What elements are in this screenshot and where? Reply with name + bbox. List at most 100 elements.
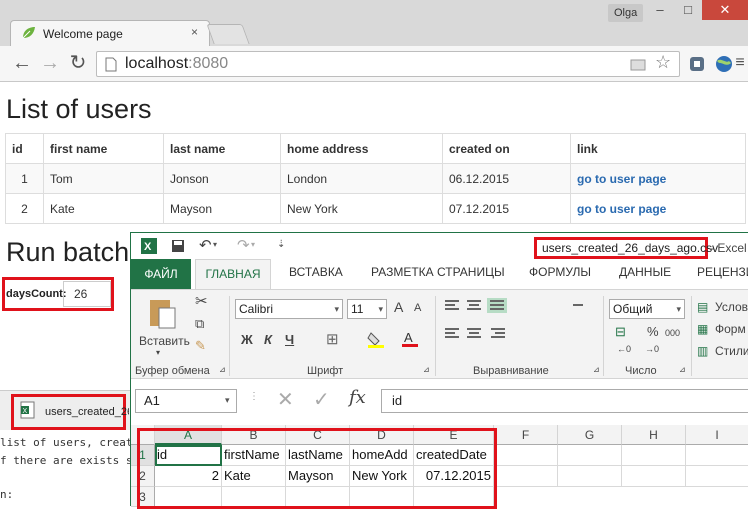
cut-icon[interactable]: ✂: [195, 292, 208, 310]
font-size-select[interactable]: 11 ▾: [347, 299, 387, 319]
formula-input[interactable]: id: [381, 389, 748, 413]
tab-data[interactable]: ДАННЫЕ: [619, 265, 671, 279]
dialog-launcher-icon[interactable]: ⊿: [423, 365, 430, 374]
cell-styles-icon[interactable]: ▥: [697, 344, 708, 358]
column-header[interactable]: H: [622, 425, 686, 445]
percent-button[interactable]: %: [647, 324, 659, 339]
menu-icon[interactable]: ≡: [728, 52, 748, 76]
underline-button[interactable]: Ч: [285, 332, 294, 347]
user-page-link[interactable]: go to user page: [577, 172, 666, 186]
reload-icon[interactable]: ↻: [66, 52, 90, 76]
cell-h2[interactable]: [622, 466, 686, 487]
increase-decimal-icon[interactable]: ←0: [617, 344, 631, 354]
group-label-font: Шрифт: [307, 365, 344, 377]
days-count-input[interactable]: 26: [63, 281, 111, 307]
font-name-select[interactable]: Calibri ▾: [235, 299, 343, 319]
cell-i2[interactable]: [686, 466, 748, 487]
insert-function-icon[interactable]: fx: [349, 387, 366, 408]
alignment-icons[interactable]: [443, 298, 583, 354]
cell-id: 1: [5, 163, 44, 194]
extension-icon[interactable]: [688, 55, 706, 73]
console-line: f there are exists s: [0, 454, 133, 467]
format-as-table-button[interactable]: Форм: [715, 322, 746, 336]
cell-link: go to user page: [570, 193, 746, 224]
chevron-down-icon: ▾: [676, 304, 681, 314]
thousands-button[interactable]: 000: [665, 328, 680, 338]
dialog-launcher-icon[interactable]: ⊿: [219, 365, 226, 374]
conditional-format-button[interactable]: Услов: [715, 300, 748, 314]
qat-customize-icon[interactable]: ⇣: [277, 239, 285, 250]
format-table-icon[interactable]: ▦: [697, 322, 708, 336]
dialog-launcher-icon[interactable]: ⊿: [593, 365, 600, 374]
undo-icon[interactable]: ↶: [199, 236, 212, 254]
column-header[interactable]: I: [686, 425, 748, 445]
browser-tab[interactable]: Welcome page ×: [10, 20, 210, 46]
forward-arrow-icon[interactable]: →: [38, 52, 62, 76]
maximize-button[interactable]: □: [674, 0, 702, 20]
tab-file[interactable]: ФАЙЛ: [131, 259, 191, 289]
paste-button[interactable]: Вставить: [139, 334, 190, 348]
paste-icon[interactable]: [147, 296, 177, 330]
users-table: id first name last name home address cre…: [5, 133, 746, 224]
tab-insert[interactable]: ВСТАВКА: [289, 265, 343, 279]
name-box[interactable]: A1: [135, 389, 237, 413]
confirm-icon[interactable]: ✓: [313, 387, 330, 412]
cell-created-on: 06.12.2015: [442, 163, 571, 194]
format-painter-icon[interactable]: ✎: [195, 338, 206, 354]
font-color-icon[interactable]: A: [401, 330, 419, 348]
undo-dropdown-icon[interactable]: ▾: [213, 240, 217, 249]
cell-address: New York: [280, 193, 443, 224]
cell-h1[interactable]: [622, 445, 686, 466]
cell-g1[interactable]: [558, 445, 622, 466]
star-icon[interactable]: ☆: [655, 52, 671, 73]
copy-icon[interactable]: ⧉: [195, 316, 204, 332]
column-header[interactable]: G: [558, 425, 622, 445]
currency-icon[interactable]: ⊟: [615, 324, 626, 340]
url-port: :8080: [188, 55, 229, 72]
back-arrow-icon[interactable]: ←: [10, 52, 34, 76]
decrease-decimal-icon[interactable]: →0: [645, 344, 659, 354]
number-format-select[interactable]: Общий ▾: [609, 299, 685, 319]
tab-home[interactable]: ГЛАВНАЯ: [195, 259, 271, 289]
tab-page-layout[interactable]: РАЗМЕТКА СТРАНИЦЫ: [371, 265, 505, 279]
redo-dropdown-icon[interactable]: ▾: [251, 240, 255, 249]
table-header-row: id first name last name home address cre…: [5, 133, 746, 164]
new-tab-button[interactable]: [206, 24, 250, 44]
grip-icon: ⋮: [249, 391, 259, 402]
tab-title: Welcome page: [43, 27, 123, 41]
cell-f2[interactable]: [494, 466, 558, 487]
fill-color-icon[interactable]: [367, 330, 385, 348]
cancel-icon[interactable]: ✕: [277, 387, 294, 412]
italic-button[interactable]: К: [264, 332, 272, 347]
minimize-button[interactable]: –: [646, 0, 674, 20]
cell-styles-button[interactable]: Стили: [715, 344, 748, 358]
profile-badge[interactable]: Olga: [608, 4, 644, 22]
close-window-button[interactable]: ✕: [702, 0, 748, 20]
font-grow-icon[interactable]: A: [394, 299, 403, 315]
redo-icon[interactable]: ↷: [237, 236, 250, 254]
address-bar[interactable]: localhost:8080 ☆: [96, 51, 680, 77]
console-output: list of users, create f there are exists…: [0, 430, 139, 506]
font-shrink-icon[interactable]: A: [414, 302, 421, 314]
page-icon: [105, 57, 117, 72]
bold-button[interactable]: Ж: [241, 332, 253, 347]
paste-dropdown-icon[interactable]: ▾: [156, 348, 160, 357]
column-header[interactable]: F: [494, 425, 558, 445]
tab-review[interactable]: РЕЦЕНЗИ: [697, 265, 748, 279]
name-box-dropdown-icon[interactable]: ▾: [225, 395, 230, 406]
cell-g2[interactable]: [558, 466, 622, 487]
spreadsheet-grid: A B C D E F G H I 1 2 3 id firstName las…: [131, 425, 748, 509]
download-item[interactable]: users_created_26_days_ago.csv: [45, 406, 129, 418]
tab-close-icon[interactable]: ×: [191, 25, 198, 39]
borders-icon[interactable]: ⊞: [326, 330, 339, 348]
translate-icon[interactable]: [629, 56, 649, 72]
conditional-format-icon[interactable]: ▤: [697, 300, 708, 314]
tab-formulas[interactable]: ФОРМУЛЫ: [529, 265, 591, 279]
cell-f1[interactable]: [494, 445, 558, 466]
dialog-launcher-icon[interactable]: ⊿: [679, 365, 686, 374]
cell-i1[interactable]: [686, 445, 748, 466]
user-page-link[interactable]: go to user page: [577, 202, 666, 216]
save-icon[interactable]: [171, 239, 185, 253]
font-size-value: 11: [351, 302, 364, 316]
leaf-icon: [22, 27, 35, 39]
